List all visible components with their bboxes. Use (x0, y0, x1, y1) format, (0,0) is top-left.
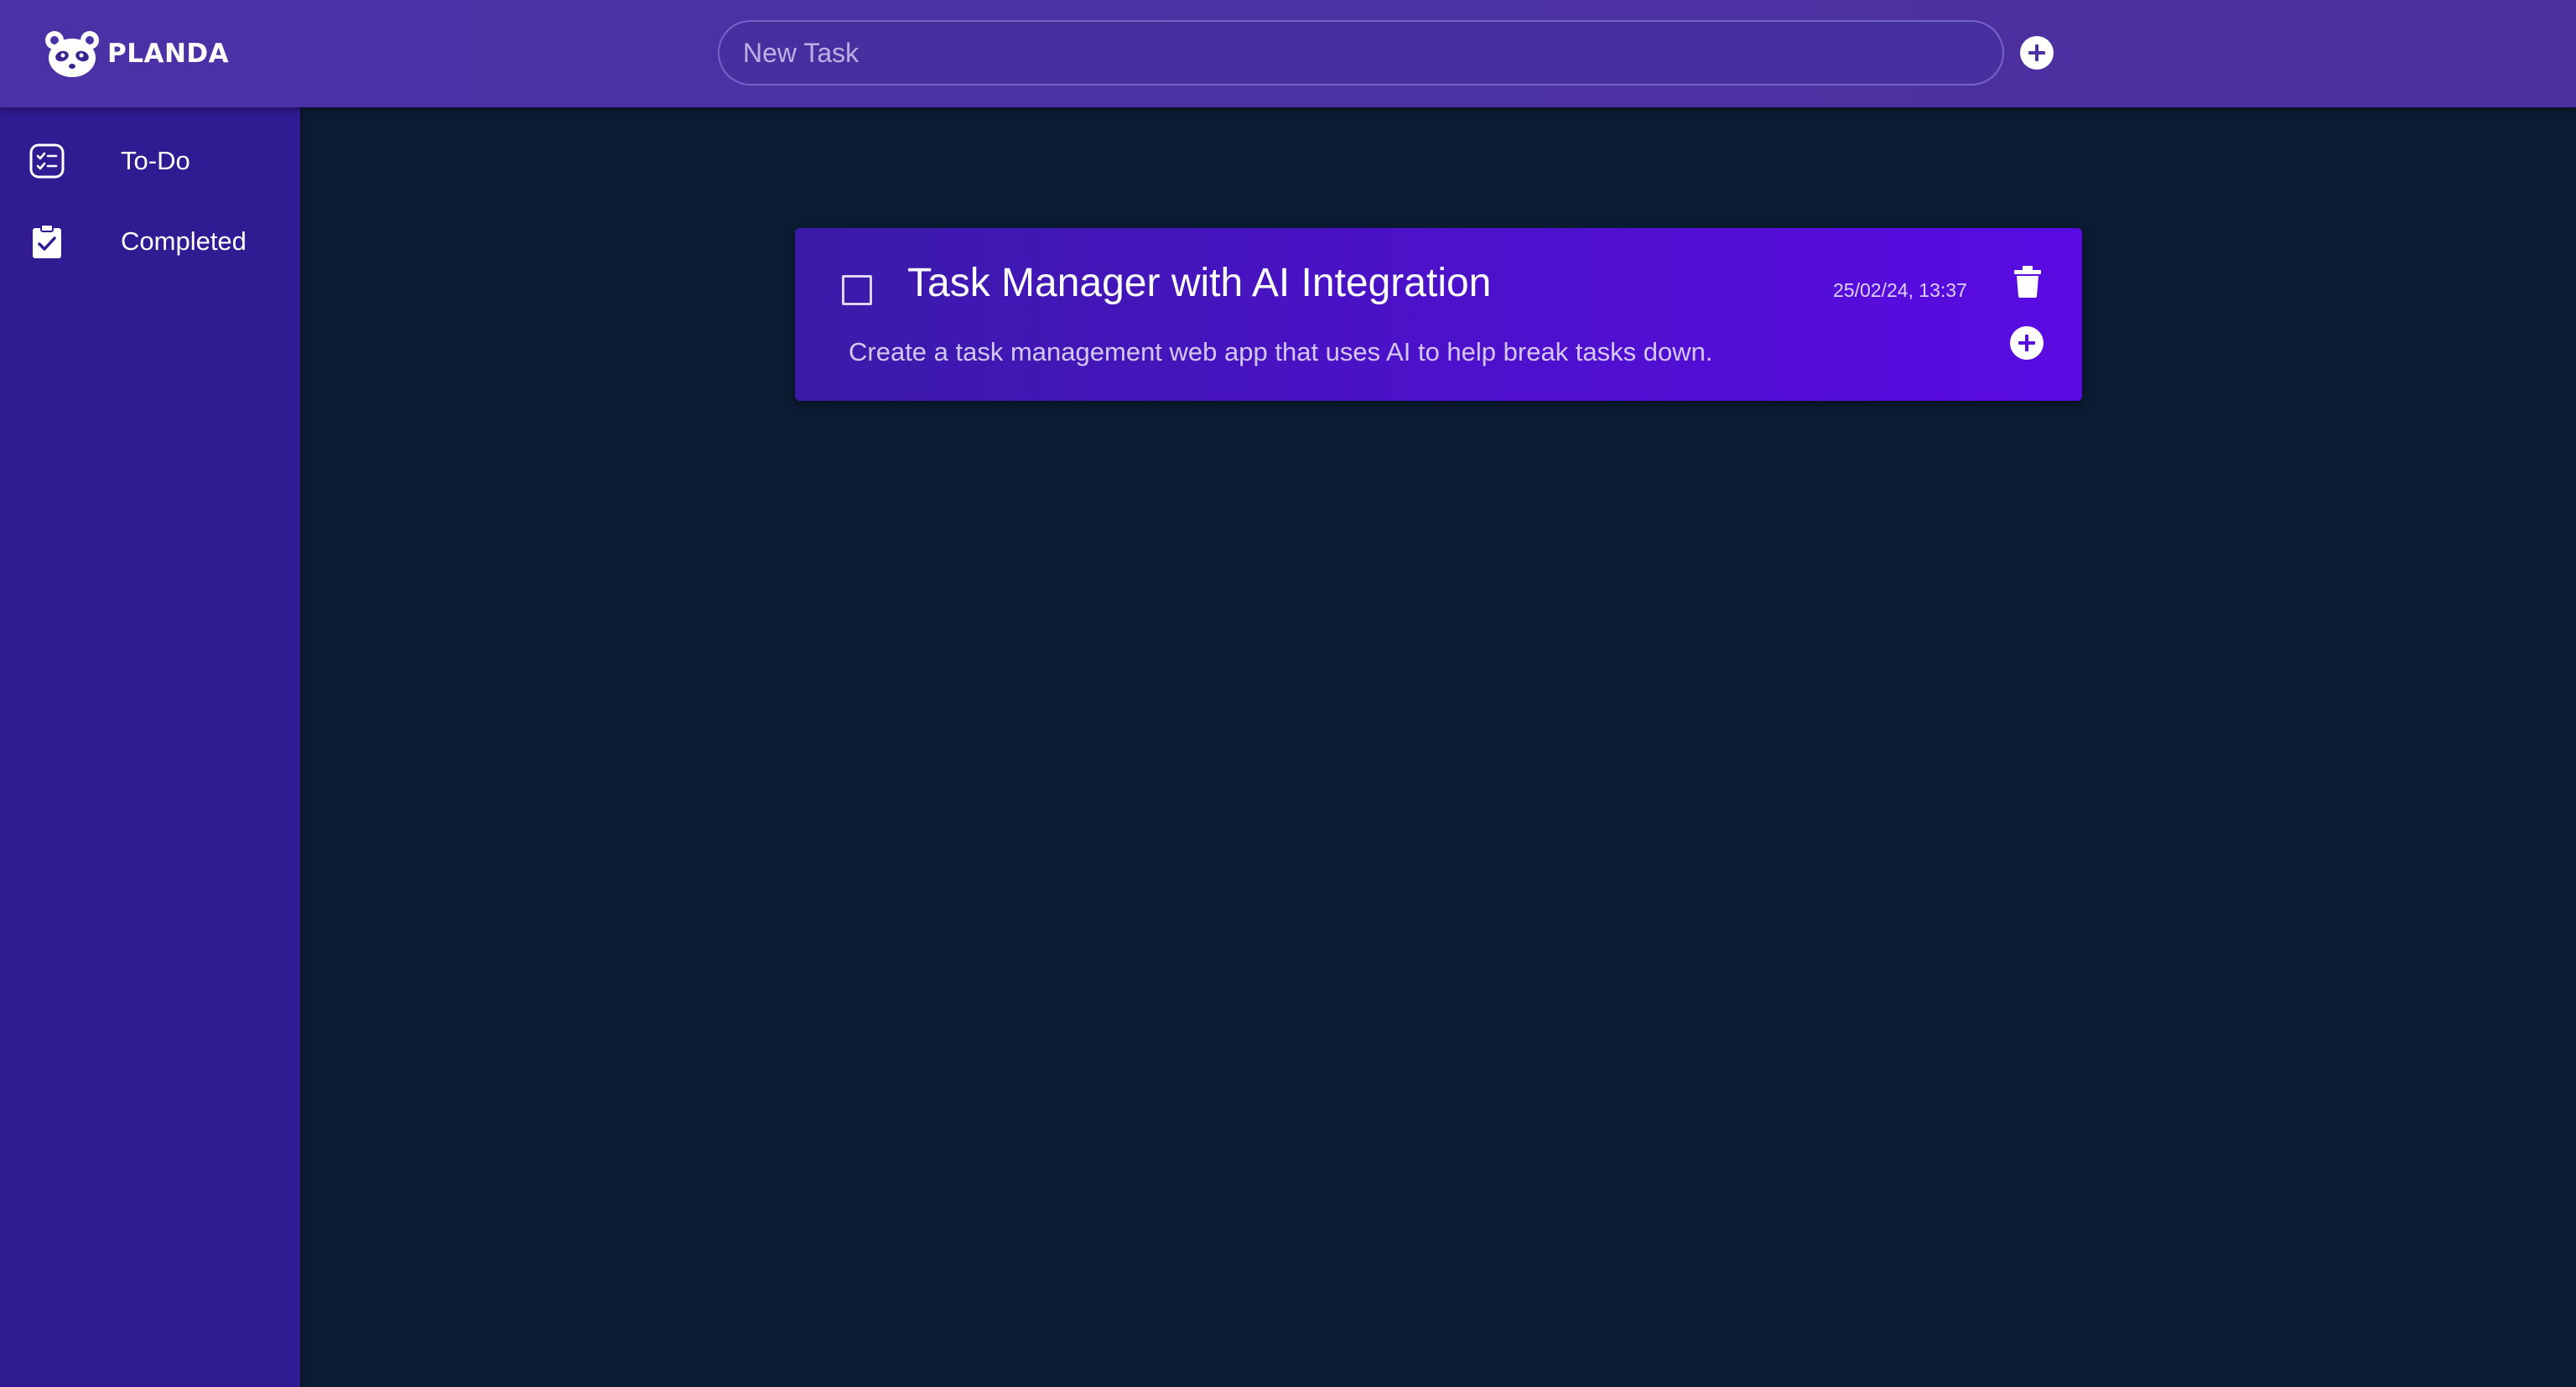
app-logo[interactable]: PLANDA (44, 29, 229, 79)
sidebar-item-todo[interactable]: To-Do (0, 123, 300, 199)
panda-logo-icon (45, 31, 99, 77)
sidebar-item-label: To-Do (121, 146, 190, 175)
add-subtask-button[interactable] (2009, 325, 2044, 361)
task-description: Create a task management web app that us… (849, 337, 1713, 366)
checklist-icon (29, 143, 65, 179)
new-task-field[interactable] (718, 20, 2004, 86)
clipboard-check-icon (33, 224, 61, 258)
delete-task-button[interactable] (2014, 266, 2041, 298)
task-complete-checkbox[interactable] (842, 275, 872, 305)
sidebar (0, 107, 300, 1387)
task-card[interactable]: Task Manager with AI Integration Create … (795, 228, 2082, 401)
task-title: Task Manager with AI Integration (907, 261, 1492, 305)
app-name: PLANDA (107, 39, 230, 69)
task-timestamp: 25/02/24, 13:37 (1833, 279, 1967, 301)
sidebar-item-completed[interactable]: Completed (0, 204, 300, 279)
sidebar-item-label: Completed (121, 226, 247, 256)
add-task-button[interactable] (2019, 35, 2054, 70)
new-task-input[interactable] (741, 36, 1981, 70)
app-header: PLANDA (0, 0, 2576, 107)
